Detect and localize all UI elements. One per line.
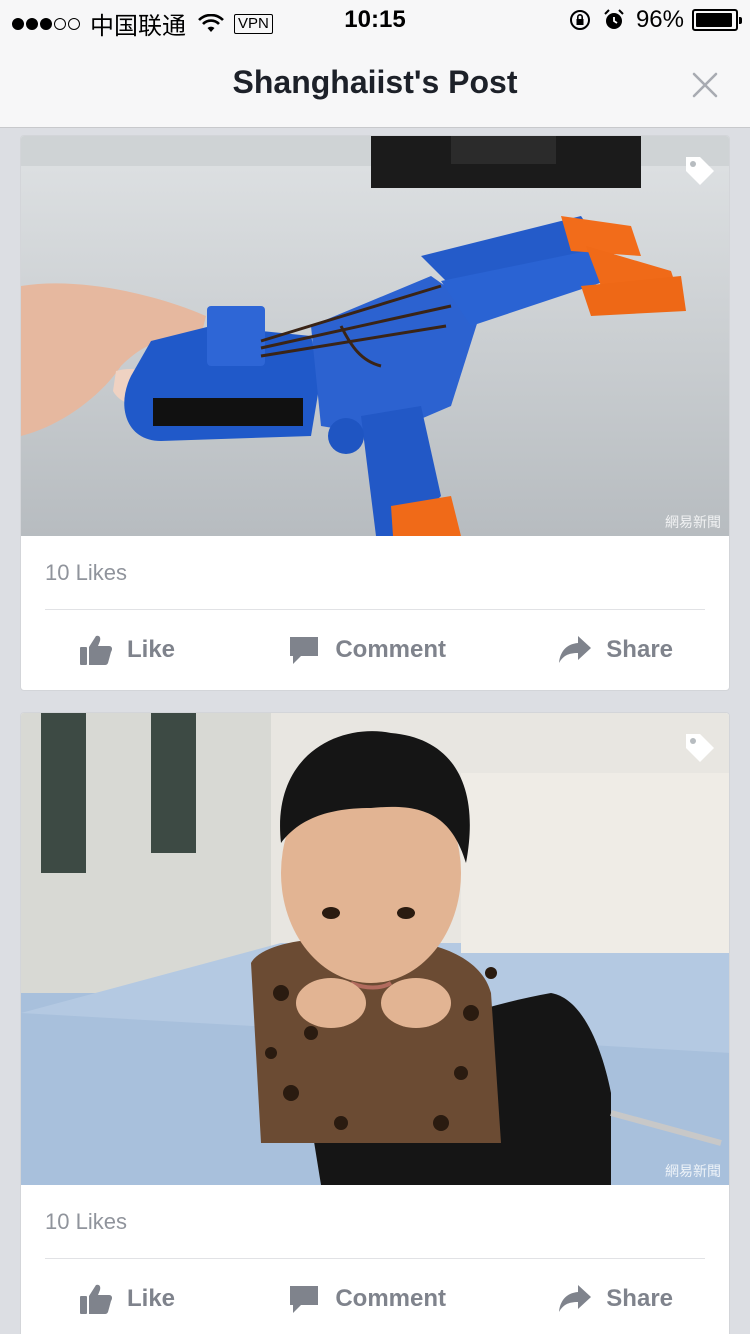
battery-percent: 96% <box>635 6 684 33</box>
likes-count[interactable]: 10 Likes <box>45 1185 705 1259</box>
thumbs-up-icon <box>80 635 113 665</box>
share-label: Share <box>606 1285 673 1312</box>
like-label: Like <box>127 636 176 663</box>
tag-icon[interactable] <box>683 154 717 188</box>
like-button[interactable]: Like <box>79 634 175 666</box>
comment-button[interactable]: Comment <box>287 1283 446 1315</box>
post-photo-prosthetic-hand[interactable]: 網易新聞 <box>21 136 729 536</box>
post-card: 網易新聞 10 Likes Like Comment Share <box>20 135 730 691</box>
share-arrow-icon <box>559 1285 592 1312</box>
post-card: 網易新聞 10 Likes Like Comment Share <box>20 712 730 1334</box>
thumbs-up-icon <box>80 1284 113 1314</box>
comment-label: Comment <box>335 1285 446 1312</box>
likes-count[interactable]: 10 Likes <box>45 536 705 610</box>
comment-label: Comment <box>335 636 446 663</box>
prosthetic-hand-image <box>21 136 729 536</box>
like-button[interactable]: Like <box>79 1283 175 1315</box>
post-actions: Like Comment Share <box>21 610 729 690</box>
battery-level <box>696 13 733 27</box>
share-label: Share <box>606 636 673 663</box>
status-right: 96% <box>568 6 742 34</box>
post-actions: Like Comment Share <box>21 1259 729 1334</box>
boy-portrait-image <box>21 713 729 1185</box>
rotation-lock-icon <box>569 10 590 30</box>
photo-watermark: 網易新聞 <box>665 515 721 531</box>
battery-icon <box>692 9 742 31</box>
status-bar: 中国联通 VPN 10:15 96% <box>0 0 750 40</box>
share-button[interactable]: Share <box>558 1283 673 1315</box>
alarm-icon <box>604 9 624 29</box>
post-photo-boy[interactable]: 網易新聞 <box>21 713 729 1185</box>
photo-watermark: 網易新聞 <box>665 1164 721 1180</box>
close-icon[interactable] <box>690 70 720 100</box>
nav-header: Shanghaiist's Post <box>0 40 750 128</box>
share-arrow-icon <box>559 636 592 663</box>
page-title: Shanghaiist's Post <box>232 64 518 100</box>
like-label: Like <box>127 1285 176 1312</box>
speech-bubble-icon <box>290 637 319 664</box>
post-feed[interactable]: 網易新聞 10 Likes Like Comment Share 網易新聞 10… <box>0 129 750 1334</box>
comment-button[interactable]: Comment <box>287 634 446 666</box>
share-button[interactable]: Share <box>558 634 673 666</box>
speech-bubble-icon <box>290 1286 319 1313</box>
tag-icon[interactable] <box>683 731 717 765</box>
